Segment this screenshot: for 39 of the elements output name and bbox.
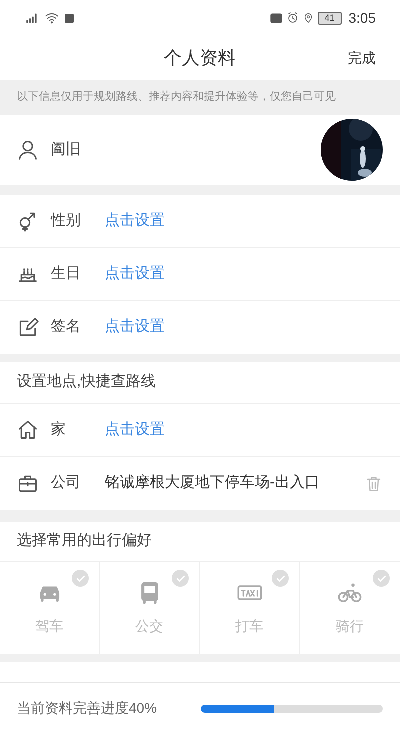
check-icon <box>176 574 186 584</box>
check-icon <box>276 574 286 584</box>
set-link[interactable]: 点击设置 <box>105 316 383 339</box>
house-icon <box>17 419 39 441</box>
notification-icon <box>64 12 75 24</box>
trash-icon <box>365 474 383 492</box>
done-button[interactable]: 完成 <box>348 48 376 69</box>
field-label: 公司 <box>51 473 82 494</box>
signal-icon <box>24 11 40 25</box>
check-toggle[interactable] <box>72 570 89 587</box>
progress-label: 当前资料完善进度40% <box>17 699 158 718</box>
alarm-icon <box>286 12 299 24</box>
mode-label: 骑行 <box>336 616 364 636</box>
mode-label: 公交 <box>136 616 164 636</box>
status-time: 3:05 <box>348 8 376 28</box>
field-value: 铭诚摩根大厦地下停车场-出入口 <box>105 473 321 494</box>
nickname-text: 阖旧 <box>51 140 82 160</box>
field-label: 签名 <box>51 317 82 338</box>
set-link[interactable]: 点击设置 <box>105 418 383 442</box>
field-label: 家 <box>51 420 67 440</box>
field-label: 生日 <box>51 264 82 284</box>
edit-icon <box>17 316 39 338</box>
location-icon <box>302 12 314 24</box>
check-icon <box>76 574 86 584</box>
section-title: 设置地点,快捷查路线 <box>0 362 400 404</box>
check-toggle[interactable] <box>272 570 289 587</box>
check-icon <box>376 574 386 584</box>
battery-indicator: 41 <box>318 12 342 24</box>
wifi-icon <box>45 11 59 25</box>
page-title: 个人资料 <box>164 46 236 70</box>
mode-label: 打车 <box>236 616 264 636</box>
check-toggle[interactable] <box>172 570 189 587</box>
mode-label: 驾车 <box>36 616 64 636</box>
set-link[interactable]: 点击设置 <box>105 262 383 286</box>
field-label: 性别 <box>51 210 82 231</box>
section-title: 选择常用的出行偏好 <box>0 522 400 562</box>
check-toggle[interactable] <box>373 570 390 587</box>
set-link[interactable]: 点击设置 <box>105 210 383 232</box>
person-icon <box>17 139 39 161</box>
